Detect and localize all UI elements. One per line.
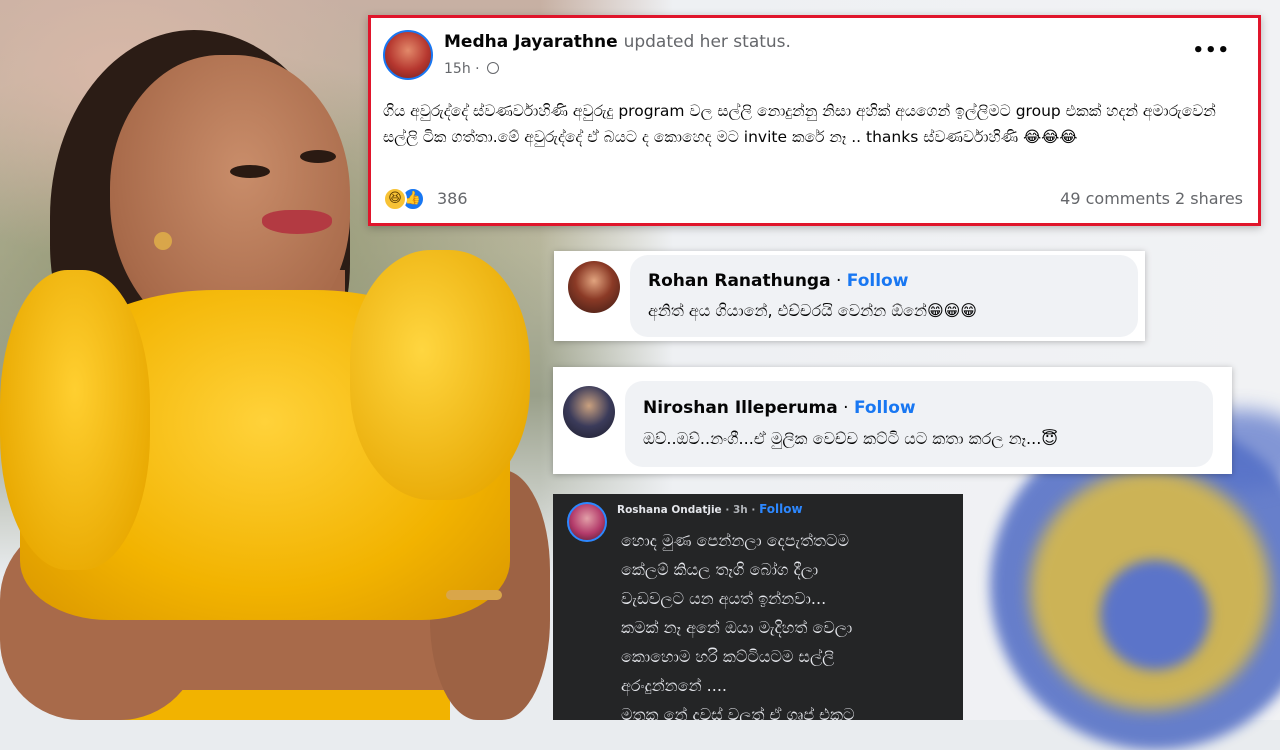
facebook-post: Medha Jayarathne updated her status. 15h… bbox=[368, 15, 1261, 226]
more-options-icon[interactable]: ••• bbox=[1192, 40, 1230, 61]
haha-reaction-icon: 😆 bbox=[383, 187, 407, 211]
earring bbox=[154, 232, 172, 250]
dark-comment-card: Roshana Ondatjie · 3h · Follow හොද මුණ ප… bbox=[553, 494, 963, 720]
comment-line: කේලම් කියල තෑගි බෝග දීලා bbox=[621, 560, 819, 579]
comment-line: මතක නේ දවස් වලත් ඒ ගෘප් එකට bbox=[621, 705, 855, 720]
post-author-avatar[interactable] bbox=[383, 30, 433, 80]
comment-line: කොහොම හරි කට්ටියටම සල්ලි bbox=[621, 647, 835, 666]
post-footer: 😆 👍 386 49 comments 2 shares bbox=[383, 186, 1243, 214]
comment-card: Rohan Ranathunga · Follow අනිත් අය ගියාන… bbox=[554, 251, 1145, 341]
comment-header: Niroshan Illeperuma · Follow bbox=[643, 398, 916, 418]
right-sleeve bbox=[350, 250, 530, 500]
comment-card: Niroshan Illeperuma · Follow ඔව්..ඔව්..න… bbox=[553, 367, 1232, 474]
post-author-name[interactable]: Medha Jayarathne bbox=[444, 32, 618, 52]
separator-dot: · bbox=[837, 398, 854, 418]
comment-bubble bbox=[630, 255, 1138, 337]
bracelet bbox=[446, 590, 502, 600]
commenter-name[interactable]: Niroshan Illeperuma bbox=[643, 398, 838, 418]
post-header: Medha Jayarathne updated her status. bbox=[444, 32, 791, 52]
commenter-name[interactable]: Rohan Ranathunga bbox=[648, 271, 831, 291]
post-time[interactable]: 15h bbox=[444, 61, 471, 77]
separator-dot: · bbox=[830, 271, 847, 291]
comments-shares-count[interactable]: 49 comments 2 shares bbox=[1060, 189, 1243, 208]
left-eye bbox=[230, 165, 270, 178]
commenter-avatar[interactable] bbox=[563, 386, 615, 438]
lips bbox=[262, 210, 332, 234]
left-sleeve bbox=[0, 270, 150, 570]
commenter-name[interactable]: Roshana Ondatjie bbox=[617, 504, 722, 516]
comment-bubble bbox=[625, 381, 1213, 467]
commenter-avatar[interactable] bbox=[568, 261, 620, 313]
comment-line: වැඩවලට යන අයත් ඉන්නවා... bbox=[621, 589, 827, 608]
comment-text: හොද මුණ පෙන්නලා දෙපැත්තටම කේලම් කියල තෑග… bbox=[621, 526, 951, 720]
follow-link[interactable]: Follow bbox=[847, 271, 909, 291]
comment-line: අරංදුන්නනේ .... bbox=[621, 676, 727, 695]
reaction-count[interactable]: 386 bbox=[437, 189, 468, 208]
right-eye bbox=[300, 150, 336, 163]
channel-emblem-center bbox=[1100, 560, 1210, 670]
comment-time: · 3h · bbox=[721, 504, 760, 516]
comment-line: කමක් නෑ අනේ ඔයා මැදිහත් වෙලා bbox=[621, 618, 853, 637]
follow-link[interactable]: Follow bbox=[759, 502, 803, 516]
comment-header: Roshana Ondatjie · 3h · Follow bbox=[617, 502, 803, 516]
post-action-text: updated her status. bbox=[623, 32, 791, 52]
comment-text: ඔව්..ඔව්..නංගී...ඒ මුලික වෙච්ච කට්ටි යට … bbox=[643, 429, 1058, 448]
comment-line: හොද මුණ පෙන්නලා දෙපැත්තටම bbox=[621, 531, 850, 550]
reaction-icons[interactable]: 😆 👍 bbox=[383, 186, 429, 212]
post-meta: 15h · bbox=[444, 61, 500, 77]
comment-header: Rohan Ranathunga · Follow bbox=[648, 271, 908, 291]
follow-link[interactable]: Follow bbox=[854, 398, 916, 418]
comment-text: අනිත් අය ගියානේ, එච්චරයි වෙන්න ඕනේ😁😁😁 bbox=[648, 301, 977, 320]
post-body: ගිය අවුරුද්දේ ස්වණර්වාහිණි අවුරුදු progr… bbox=[383, 102, 1216, 146]
globe-icon bbox=[487, 62, 500, 74]
commenter-avatar[interactable] bbox=[567, 502, 607, 542]
